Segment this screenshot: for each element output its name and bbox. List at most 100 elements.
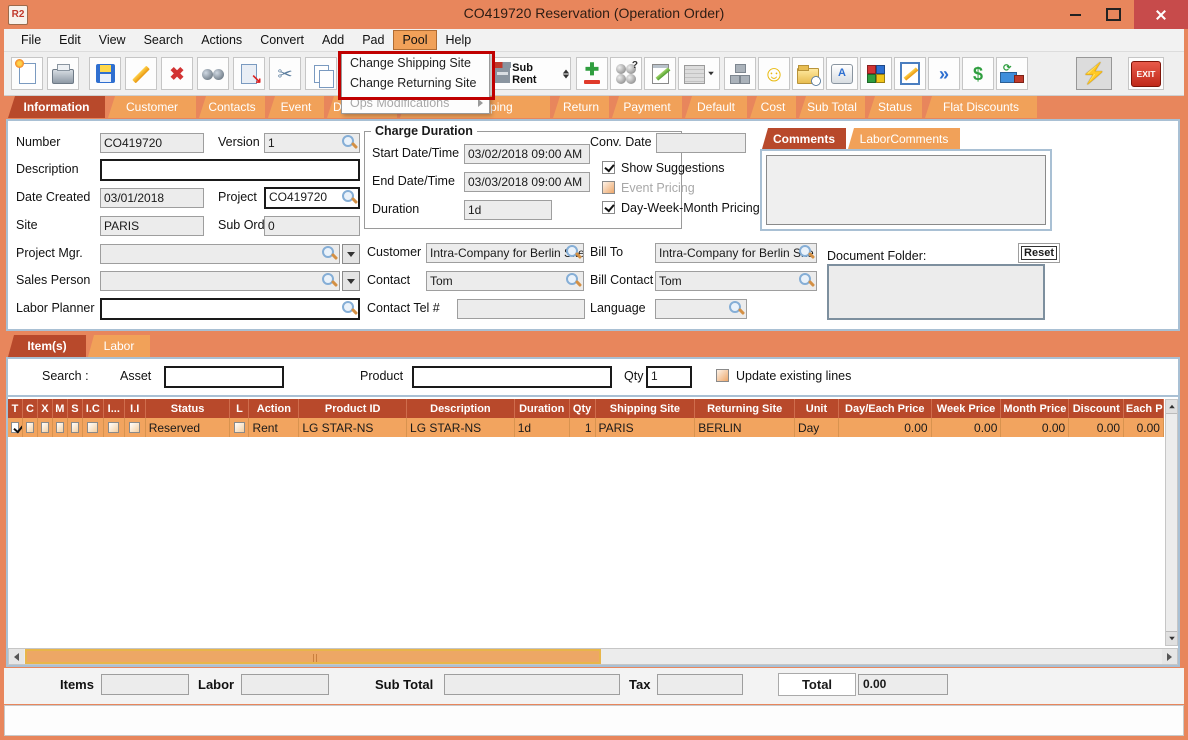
asset-input[interactable]: [164, 366, 284, 388]
table-row[interactable]: Reserved Rent LG STAR-NS LG STAR-NS 1d 1…: [8, 418, 1164, 437]
menu-item-change-shipping-site[interactable]: Change Shipping Site: [342, 53, 489, 73]
send-invoice-button[interactable]: »: [928, 57, 960, 90]
language-search-icon[interactable]: [729, 301, 744, 316]
tab-comments[interactable]: Comments: [762, 128, 846, 149]
row-shipping-site[interactable]: PARIS: [596, 418, 696, 437]
row-ic-checkbox[interactable]: [87, 422, 99, 433]
tab-flat-discounts[interactable]: Flat Discounts: [925, 96, 1037, 118]
col-description[interactable]: Description: [407, 399, 515, 418]
tab-labor-comments[interactable]: LaborComments: [848, 128, 960, 149]
day-week-month-checkbox[interactable]: [602, 201, 615, 214]
row-c-checkbox[interactable]: [25, 422, 34, 433]
qty-input[interactable]: 1: [646, 366, 692, 388]
menu-convert[interactable]: Convert: [251, 30, 313, 50]
row-unit[interactable]: Day: [795, 418, 839, 437]
project-mgr-field[interactable]: [100, 244, 340, 264]
bill-to-search-icon[interactable]: [799, 245, 814, 260]
row-product-id[interactable]: LG STAR-NS: [299, 418, 408, 437]
document-folder-box[interactable]: [827, 264, 1045, 320]
col-status[interactable]: Status: [146, 399, 231, 418]
row-status[interactable]: Reserved: [146, 418, 231, 437]
tab-status[interactable]: Status: [868, 96, 922, 118]
labor-planner-input[interactable]: [100, 298, 360, 320]
sub-rent-spinner-icon[interactable]: [562, 69, 570, 79]
bill-contact-search-icon[interactable]: [799, 273, 814, 288]
col-product-id[interactable]: Product ID: [299, 399, 408, 418]
menu-search[interactable]: Search: [135, 30, 193, 50]
tab-payment[interactable]: Payment: [612, 96, 682, 118]
shortcut-key-button[interactable]: A: [826, 57, 858, 90]
tab-event[interactable]: Event: [268, 96, 324, 118]
edit-order-button[interactable]: [894, 57, 926, 90]
contact-field[interactable]: Tom: [426, 271, 584, 291]
col-net-price[interactable]: Net Each Price: [1124, 399, 1164, 418]
menu-pad[interactable]: Pad: [353, 30, 393, 50]
contact-search-icon[interactable]: [566, 273, 581, 288]
row-m-checkbox[interactable]: [55, 422, 64, 433]
cut-button[interactable]: ✂: [269, 57, 301, 90]
col-x[interactable]: X: [38, 399, 53, 418]
col-month-price[interactable]: Month Price: [1001, 399, 1070, 418]
row-action[interactable]: Rent: [249, 418, 300, 437]
items-horizontal-scrollbar[interactable]: [8, 648, 1178, 665]
row-net-price[interactable]: 0.00: [1124, 418, 1164, 437]
close-button[interactable]: [1134, 0, 1188, 29]
paste-special-button[interactable]: ↘: [233, 57, 265, 90]
bill-to-field[interactable]: Intra-Company for Berlin Site: [655, 243, 817, 263]
row-t-checkbox[interactable]: [11, 422, 19, 433]
scroll-left-icon[interactable]: [9, 649, 24, 664]
find-button[interactable]: [197, 57, 229, 90]
col-ic[interactable]: I.C: [83, 399, 104, 418]
reset-button[interactable]: Reset: [1018, 243, 1060, 263]
tab-items[interactable]: Item(s): [8, 335, 86, 357]
tab-default[interactable]: Default: [685, 96, 747, 118]
tab-cost[interactable]: Cost: [750, 96, 796, 118]
menu-file[interactable]: File: [12, 30, 50, 50]
tab-sub-total[interactable]: Sub Total: [799, 96, 865, 118]
calendar-button[interactable]: [678, 57, 720, 90]
edit-button[interactable]: [125, 57, 157, 90]
shipping-truck-button[interactable]: ⟳: [996, 57, 1028, 90]
minimize-button[interactable]: [1058, 0, 1092, 29]
col-duration[interactable]: Duration: [515, 399, 570, 418]
horizontal-scroll-thumb[interactable]: [25, 649, 601, 664]
col-action[interactable]: Action: [249, 399, 300, 418]
menu-pool[interactable]: Pool: [393, 30, 437, 50]
row-returning-site[interactable]: BERLIN: [695, 418, 795, 437]
scroll-up-icon[interactable]: [1166, 400, 1177, 414]
new-document-button[interactable]: [11, 57, 43, 90]
menu-item-change-returning-site[interactable]: Change Returning Site: [342, 73, 489, 93]
customer-search-icon[interactable]: [566, 245, 581, 260]
description-input[interactable]: [100, 159, 360, 181]
products-button[interactable]: [860, 57, 892, 90]
notes-button[interactable]: [644, 57, 676, 90]
project-search-icon[interactable]: [342, 190, 357, 205]
menu-help[interactable]: Help: [437, 30, 481, 50]
sales-person-search-icon[interactable]: [322, 273, 337, 288]
col-returning-site[interactable]: Returning Site: [695, 399, 796, 418]
col-unit[interactable]: Unit: [795, 399, 839, 418]
col-week-price[interactable]: Week Price: [932, 399, 1002, 418]
row-description[interactable]: LG STAR-NS: [407, 418, 515, 437]
project-mgr-search-icon[interactable]: [322, 246, 337, 261]
customer-button[interactable]: ☺: [758, 57, 790, 90]
maximize-button[interactable]: [1096, 0, 1130, 29]
billing-notes-button[interactable]: $: [962, 57, 994, 90]
col-discount[interactable]: Discount: [1069, 399, 1125, 418]
col-s[interactable]: S: [68, 399, 83, 418]
project-mgr-dropdown[interactable]: [342, 244, 360, 264]
sales-person-dropdown[interactable]: [342, 271, 360, 291]
menu-add[interactable]: Add: [313, 30, 353, 50]
update-existing-checkbox[interactable]: [716, 369, 729, 382]
row-day-price[interactable]: 0.00: [839, 418, 932, 437]
version-search-icon[interactable]: [342, 135, 357, 150]
row-l-checkbox[interactable]: [233, 422, 245, 433]
contact-tel-field[interactable]: [457, 299, 585, 319]
row-discount[interactable]: 0.00: [1069, 418, 1125, 437]
show-suggestions-checkbox[interactable]: [602, 161, 615, 174]
customer-field[interactable]: Intra-Company for Berlin Site: [426, 243, 584, 263]
print-button[interactable]: [47, 57, 79, 90]
save-button[interactable]: [89, 57, 121, 90]
folder-history-button[interactable]: [792, 57, 824, 90]
col-m[interactable]: M: [53, 399, 68, 418]
